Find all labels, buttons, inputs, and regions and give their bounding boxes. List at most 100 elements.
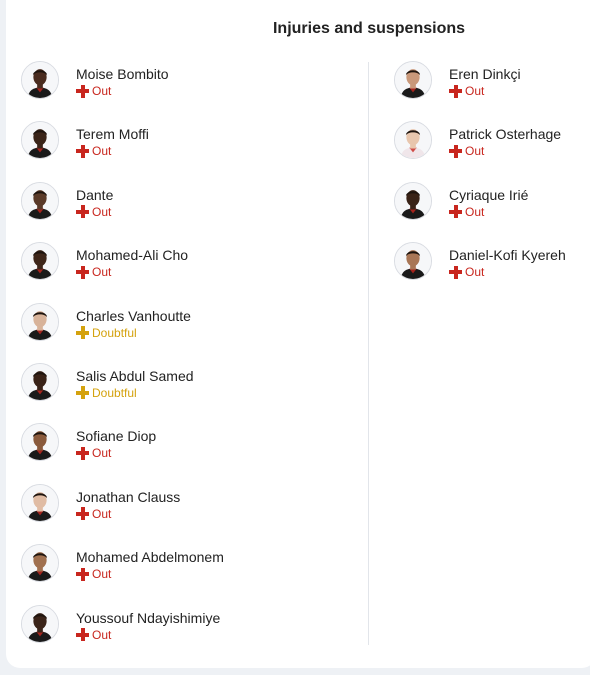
status-label: Doubtful <box>92 325 137 340</box>
medical-cross-icon <box>449 205 462 219</box>
medical-cross-icon <box>76 507 89 521</box>
player-info: Salis Abdul Samed Doubtful <box>76 363 194 400</box>
player-row[interactable]: Terem Moffi Out <box>21 121 224 181</box>
player-info: Patrick Osterhage Out <box>449 121 561 158</box>
player-info: Jonathan Clauss Out <box>76 484 180 521</box>
player-avatar <box>21 121 59 160</box>
player-avatar <box>21 483 59 522</box>
player-avatar <box>394 121 432 160</box>
player-row[interactable]: Sofiane Diop Out <box>21 423 224 483</box>
player-row[interactable]: Patrick Osterhage Out <box>394 121 566 181</box>
status-label: Out <box>92 506 112 521</box>
player-avatar <box>21 181 59 220</box>
player-status: Out <box>449 144 561 158</box>
status-label: Out <box>92 144 112 159</box>
player-info: Sofiane Diop Out <box>76 423 156 460</box>
player-name: Mohamed-Ali Cho <box>76 247 189 264</box>
player-avatar <box>21 544 59 583</box>
right-player-column: Eren Dinkçi Out Patrick Osterhage Out Cy… <box>394 61 566 303</box>
status-label: Out <box>465 144 485 159</box>
player-name: Terem Moffi <box>76 126 149 143</box>
status-label: Out <box>92 84 112 98</box>
player-row[interactable]: Eren Dinkçi Out <box>394 61 566 121</box>
player-info: Mohamed-Ali Cho Out <box>76 242 188 279</box>
player-row[interactable]: Salis Abdul Samed Doubtful <box>21 362 224 423</box>
status-label: Out <box>92 567 112 582</box>
player-row[interactable]: Dante Out <box>21 181 224 242</box>
player-info: Eren Dinkçi Out <box>449 61 521 98</box>
player-row[interactable]: Daniel-Kofi Kyereh Out <box>394 242 566 302</box>
player-status: Out <box>449 84 521 98</box>
player-avatar <box>21 362 59 401</box>
player-status: Out <box>76 507 180 521</box>
player-info: Mohamed Abdelmonem Out <box>76 544 224 581</box>
status-label: Out <box>92 446 112 461</box>
status-label: Out <box>92 265 112 280</box>
player-row[interactable]: Cyriaque Irié Out <box>394 181 566 242</box>
medical-cross-icon <box>76 84 89 98</box>
medical-cross-icon <box>76 265 89 279</box>
player-row[interactable]: Mohamed-Ali Cho Out <box>21 242 224 302</box>
player-info: Moise Bombito Out <box>76 61 169 98</box>
status-label: Out <box>92 627 112 642</box>
player-avatar <box>394 181 432 220</box>
player-info: Terem Moffi Out <box>76 121 149 158</box>
player-avatar <box>394 61 432 99</box>
status-label: Out <box>465 84 485 98</box>
section-title: Injuries and suspensions <box>272 20 466 37</box>
medical-cross-icon <box>76 567 89 581</box>
player-row[interactable]: Charles Vanhoutte Doubtful <box>21 302 224 363</box>
player-status: Out <box>76 84 169 98</box>
player-avatar <box>21 302 59 341</box>
medical-cross-icon <box>76 205 89 219</box>
medical-cross-icon <box>449 84 462 98</box>
player-status: Doubtful <box>76 326 191 340</box>
player-name: Youssouf Ndayishimiye <box>76 609 221 626</box>
medical-cross-icon <box>76 144 89 158</box>
player-info: Youssouf Ndayishimiye Out <box>76 605 220 642</box>
player-status: Doubtful <box>76 386 194 400</box>
status-label: Doubtful <box>92 385 137 400</box>
player-status: Out <box>76 144 149 158</box>
player-name: Eren Dinkçi <box>449 66 521 82</box>
column-divider <box>368 62 369 645</box>
medical-cross-icon <box>76 326 89 340</box>
player-name: Daniel-Kofi Kyereh <box>449 247 566 264</box>
player-row[interactable]: Mohamed Abdelmonem Out <box>21 544 224 604</box>
player-name: Cyriaque Irié <box>449 186 529 203</box>
player-row[interactable]: Moise Bombito Out <box>21 61 224 121</box>
medical-cross-icon <box>76 386 89 400</box>
player-name: Salis Abdul Samed <box>76 367 194 384</box>
player-name: Mohamed Abdelmonem <box>76 549 224 566</box>
player-avatar <box>21 423 59 462</box>
player-info: Dante Out <box>76 182 113 219</box>
player-status: Out <box>76 205 113 219</box>
player-info: Daniel-Kofi Kyereh Out <box>449 242 566 279</box>
player-status: Out <box>449 265 566 279</box>
player-name: Sofiane Diop <box>76 428 157 445</box>
left-player-column: Moise Bombito Out Terem Moffi Out Dante … <box>21 61 224 665</box>
medical-cross-icon <box>76 628 89 642</box>
medical-cross-icon <box>449 144 462 158</box>
player-name: Moise Bombito <box>76 66 169 82</box>
injuries-card: Injuries and suspensions Moise Bombito O… <box>6 0 590 668</box>
status-label: Out <box>92 204 112 219</box>
status-label: Out <box>465 204 485 219</box>
player-avatar <box>394 242 432 281</box>
player-status: Out <box>76 446 156 460</box>
player-status: Out <box>449 205 528 219</box>
player-info: Cyriaque Irié Out <box>449 182 528 219</box>
player-row[interactable]: Youssouf Ndayishimiye Out <box>21 604 224 665</box>
player-avatar <box>21 604 59 643</box>
player-info: Charles Vanhoutte Doubtful <box>76 303 191 340</box>
player-status: Out <box>76 628 220 642</box>
player-row[interactable]: Jonathan Clauss Out <box>21 483 224 544</box>
player-name: Patrick Osterhage <box>449 126 562 143</box>
player-name: Charles Vanhoutte <box>76 307 191 324</box>
status-label: Out <box>465 265 485 280</box>
player-name: Jonathan Clauss <box>76 488 181 505</box>
player-avatar <box>21 242 59 281</box>
medical-cross-icon <box>449 265 462 279</box>
player-status: Out <box>76 567 224 581</box>
medical-cross-icon <box>76 446 89 460</box>
